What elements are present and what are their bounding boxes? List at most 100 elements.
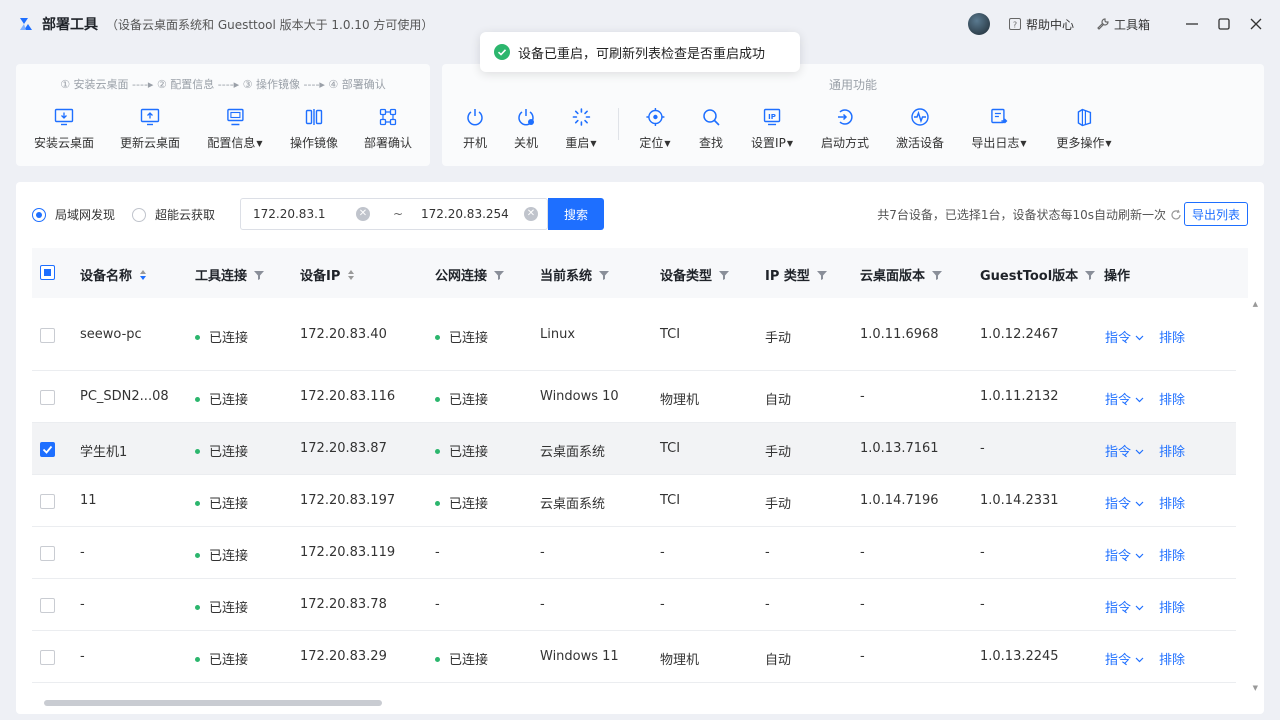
row-checkbox[interactable] xyxy=(40,494,55,509)
install-desktop-button[interactable]: 安装云桌面 xyxy=(34,106,94,151)
filter-icon[interactable] xyxy=(599,270,610,280)
cell-ip: 172.20.83.40 xyxy=(300,327,387,342)
row-checkbox[interactable] xyxy=(40,328,55,343)
cell-type: 物理机 xyxy=(660,649,699,668)
cell-tool-text: 已连接 xyxy=(209,331,249,346)
exclude-link[interactable]: 排除 xyxy=(1159,327,1185,346)
col-public-net[interactable]: 公网连接 xyxy=(435,265,505,284)
cell-ip: 172.20.83.116 xyxy=(300,389,395,404)
operate-image-button[interactable]: 操作镜像 xyxy=(290,106,338,151)
cell-name: - xyxy=(80,545,85,560)
restart-dropdown[interactable]: 重启▼ xyxy=(565,106,597,151)
toolbox-button[interactable]: 工具箱 xyxy=(1096,16,1150,33)
ip-start-input[interactable]: 172.20.83.1 xyxy=(253,207,326,221)
filter-icon[interactable] xyxy=(816,270,827,280)
app-subtitle: （设备云桌面系统和 Guesttool 版本大于 1.0.10 方可使用） xyxy=(106,17,434,32)
col-device-name[interactable]: 设备名称 xyxy=(80,265,147,284)
update-desktop-button[interactable]: 更新云桌面 xyxy=(120,106,180,151)
close-button[interactable] xyxy=(1240,0,1272,48)
export-log-dropdown[interactable]: 导出日志▼ xyxy=(971,106,1027,151)
sort-icon[interactable] xyxy=(139,269,147,281)
table-row[interactable]: - 已连接 172.20.83.119 - - - - - - 指令 排除 xyxy=(32,527,1236,579)
row-checkbox[interactable] xyxy=(40,650,55,665)
exclude-link[interactable]: 排除 xyxy=(1159,441,1185,460)
table-row[interactable]: - 已连接 172.20.83.78 - - - - - - 指令 排除 xyxy=(32,579,1236,631)
horizontal-scrollbar[interactable] xyxy=(44,700,382,706)
config-info-dropdown[interactable]: 配置信息▼ xyxy=(207,106,263,151)
col-tool-connection[interactable]: 工具连接 xyxy=(195,265,265,284)
more-actions-dropdown[interactable]: 更多操作▼ xyxy=(1056,106,1112,151)
search-button[interactable]: 搜索 xyxy=(548,198,604,230)
table-row[interactable]: PC_SDN2...08 已连接 172.20.83.116 已连接 Windows 1… xyxy=(32,371,1236,423)
cell-iptype-text: 自动 xyxy=(765,653,792,668)
boot-mode-button[interactable]: 启动方式 xyxy=(821,106,869,151)
cell-net: 已连接 xyxy=(435,441,488,460)
command-dropdown[interactable]: 指令 xyxy=(1105,597,1144,616)
refresh-icon[interactable] xyxy=(1170,209,1182,221)
clear-ip-end-icon[interactable]: ✕ xyxy=(524,207,538,221)
row-checkbox[interactable] xyxy=(40,598,55,613)
command-dropdown[interactable]: 指令 xyxy=(1105,389,1144,408)
power-on-button[interactable]: 开机 xyxy=(463,106,487,151)
col-guesttool-version[interactable]: GuestTool版本 xyxy=(980,265,1096,284)
cell-net-text: 已连接 xyxy=(449,653,489,668)
cell-net-text: 已连接 xyxy=(449,445,489,460)
activate-device-button[interactable]: 激活设备 xyxy=(896,106,944,151)
scroll-up-arrow-icon[interactable]: ▲ xyxy=(1253,300,1258,308)
col-current-os[interactable]: 当前系统 xyxy=(540,265,610,284)
exclude-link[interactable]: 排除 xyxy=(1159,649,1185,668)
scroll-down-arrow-icon[interactable]: ▼ xyxy=(1253,684,1258,692)
command-label: 指令 xyxy=(1105,601,1132,616)
exclude-link[interactable]: 排除 xyxy=(1159,389,1185,408)
help-center-button[interactable]: ? 帮助中心 xyxy=(1008,16,1074,33)
exclude-link[interactable]: 排除 xyxy=(1159,493,1185,512)
cell-iptype-text: 手动 xyxy=(765,445,792,460)
maximize-button[interactable] xyxy=(1208,0,1240,48)
col-device-type[interactable]: 设备类型 xyxy=(660,265,730,284)
cell-cloud: 1.0.11.6968 xyxy=(860,327,939,342)
table-row[interactable]: 学生机1 已连接 172.20.83.87 已连接 云桌面系统 TCI 手动 1.0.13.7… xyxy=(32,423,1236,475)
command-dropdown[interactable]: 指令 xyxy=(1105,493,1144,512)
filter-icon[interactable] xyxy=(1085,270,1096,280)
col-device-ip[interactable]: 设备IP xyxy=(300,265,355,284)
command-dropdown[interactable]: 指令 xyxy=(1105,545,1144,564)
cloud-fetch-radio[interactable]: 超能云获取 xyxy=(132,206,215,223)
exclude-link[interactable]: 排除 xyxy=(1159,545,1185,564)
row-checkbox[interactable] xyxy=(40,442,55,457)
command-dropdown[interactable]: 指令 xyxy=(1105,441,1144,460)
table-row[interactable]: 11 已连接 172.20.83.197 已连接 云桌面系统 TCI 手动 1.0.14.71… xyxy=(32,475,1236,527)
exclude-link[interactable]: 排除 xyxy=(1159,597,1185,616)
select-all-checkbox[interactable] xyxy=(40,265,55,280)
deploy-confirm-button[interactable]: 部署确认 xyxy=(364,106,412,151)
power-off-button[interactable]: 关机 xyxy=(514,106,538,151)
row-checkbox[interactable] xyxy=(40,390,55,405)
maximize-icon xyxy=(1218,18,1230,30)
find-button[interactable]: 查找 xyxy=(699,106,723,151)
chevron-down-icon xyxy=(1135,657,1144,663)
minimize-button[interactable] xyxy=(1176,0,1208,48)
command-dropdown[interactable]: 指令 xyxy=(1105,649,1144,668)
export-list-button[interactable]: 导出列表 xyxy=(1184,202,1248,226)
filter-icon[interactable] xyxy=(254,270,265,280)
filter-icon[interactable] xyxy=(932,270,943,280)
set-ip-dropdown[interactable]: IP 设置IP▼ xyxy=(751,106,793,151)
row-checkbox[interactable] xyxy=(40,546,55,561)
user-avatar[interactable] xyxy=(967,13,990,35)
locate-dropdown[interactable]: 定位▼ xyxy=(639,106,671,151)
cell-guest-text: 1.0.12.2467 xyxy=(980,327,1059,342)
clear-ip-start-icon[interactable]: ✕ xyxy=(356,207,370,221)
col-ip-type[interactable]: IP 类型 xyxy=(765,265,827,284)
table-row[interactable]: - 已连接 172.20.83.29 已连接 Windows 11 物理机 自动 - 1.0.1… xyxy=(32,631,1236,683)
sort-icon[interactable] xyxy=(347,269,355,281)
lan-discovery-radio[interactable]: 局域网发现 xyxy=(32,206,115,223)
ip-end-input[interactable]: 172.20.83.254 xyxy=(421,207,509,221)
cell-net: 已连接 xyxy=(435,389,488,408)
deploy-confirm-label: 部署确认 xyxy=(363,136,413,150)
command-dropdown[interactable]: 指令 xyxy=(1105,327,1144,346)
export-log-label: 导出日志 xyxy=(971,136,1020,150)
command-label: 指令 xyxy=(1105,445,1132,460)
table-row[interactable]: seewo-pc 已连接 172.20.83.40 已连接 Linux TCI 手动 1.0.… xyxy=(32,298,1236,371)
col-cloud-version[interactable]: 云桌面版本 xyxy=(860,265,943,284)
filter-icon[interactable] xyxy=(494,270,505,280)
filter-icon[interactable] xyxy=(719,270,730,280)
